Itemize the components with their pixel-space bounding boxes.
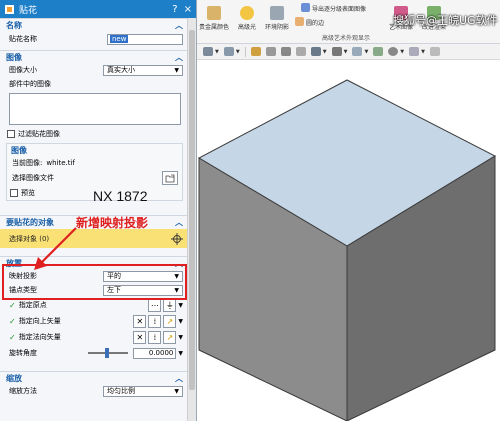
reverse-direction-button[interactable]: ✕ xyxy=(133,330,147,344)
filter-decal-label: 过滤贴花图像 xyxy=(18,130,60,138)
select-image-file-label: 选择图像文件 xyxy=(12,174,54,182)
current-image-label: 当前图像: xyxy=(12,159,43,167)
group-header-image[interactable]: 图像 ︿ xyxy=(0,50,187,63)
metal-color-icon xyxy=(207,6,221,20)
dialog-title: 贴花 xyxy=(19,5,38,16)
ribbon-advanced-light[interactable]: 高级光 xyxy=(238,6,256,31)
current-image-value: white.tif xyxy=(46,159,75,167)
preview-checkbox[interactable] xyxy=(10,189,18,197)
graphics-viewport[interactable] xyxy=(197,60,500,421)
dropdown-arrow-icon[interactable]: ▼ xyxy=(236,49,240,55)
scrollbar-thumb[interactable] xyxy=(189,30,195,390)
decal-name-label: 贴花名称 xyxy=(9,35,37,43)
background-icon[interactable] xyxy=(409,47,420,56)
scale-method-label: 缩放方法 xyxy=(9,387,37,395)
slider-handle[interactable] xyxy=(105,348,110,358)
preview-label: 预览 xyxy=(21,189,35,197)
close-button[interactable]: × xyxy=(184,4,192,15)
crosshair-icon xyxy=(171,232,183,245)
collapse-icon[interactable]: ︿ xyxy=(175,217,183,228)
decal-name-input[interactable]: new xyxy=(107,33,183,45)
specify-up-vector-label: 指定向上矢量 xyxy=(18,317,61,325)
scale-method-select[interactable]: 均匀比例 ▼ xyxy=(103,385,183,397)
open-folder-button[interactable] xyxy=(162,171,178,185)
rotation-slider[interactable] xyxy=(88,348,129,358)
ribbon-export-graded-image[interactable]: 导出逐分级表面图像 xyxy=(301,3,366,14)
part-image-label: 部件中的图像 xyxy=(9,80,51,88)
checkmark-icon: ✓ xyxy=(9,316,16,326)
help-button[interactable]: ? xyxy=(172,4,177,15)
group-header-name[interactable]: 名称 ︿ xyxy=(0,18,187,31)
rotation-angle-label: 旋转角度 xyxy=(9,349,37,357)
dialog-scrollbar[interactable] xyxy=(187,18,196,421)
dropdown-arrow-icon: ▼ xyxy=(174,387,179,395)
ribbon-rounded-edge[interactable]: 圆的边 xyxy=(295,17,324,28)
layer-icon[interactable] xyxy=(430,47,441,56)
vector-dialog-button[interactable]: ⁞ xyxy=(148,314,162,328)
specify-origin-label: 指定原点 xyxy=(18,301,47,309)
image-size-label: 图像大小 xyxy=(9,66,37,74)
group-header-scale[interactable]: 缩放 ︿ xyxy=(0,371,187,384)
reverse-direction-button[interactable]: ✕ xyxy=(133,314,147,328)
collapse-icon[interactable]: ︿ xyxy=(175,373,183,384)
dropdown-arrow-icon[interactable]: ▼ xyxy=(178,302,183,309)
fit-icon[interactable] xyxy=(250,47,261,56)
dropdown-arrow-icon[interactable]: ▼ xyxy=(344,49,348,55)
new-feature-annotation: 新增映射投影 xyxy=(76,216,149,230)
ribbon-ambient-shadow[interactable]: 环境阴影 xyxy=(265,6,289,31)
separator xyxy=(244,46,246,57)
watermark: 搜狐号@王皖UG软件 xyxy=(393,14,498,27)
vector-dialog-button[interactable]: ⁞ xyxy=(148,330,162,344)
subgroup-header-image: 图像 xyxy=(11,145,27,155)
annotation-arrow-icon xyxy=(34,227,77,270)
dropdown-arrow-icon[interactable]: ▼ xyxy=(323,49,327,55)
shaded-icon[interactable] xyxy=(352,47,363,56)
checkmark-icon: ✓ xyxy=(9,300,16,310)
vector-type-button[interactable]: ↗ xyxy=(163,314,177,328)
dropdown-arrow-icon[interactable]: ▼ xyxy=(178,334,183,341)
ribbon-precious-metal-color[interactable]: 贵金属颜色 xyxy=(199,6,229,31)
cube-model[interactable] xyxy=(197,60,500,421)
zoom-icon[interactable] xyxy=(265,47,276,56)
dropdown-arrow-icon[interactable]: ▼ xyxy=(215,49,219,55)
rotation-angle-input[interactable]: 0.0000 xyxy=(133,347,177,359)
pan-icon[interactable] xyxy=(295,47,306,56)
dropdown-arrow-icon[interactable]: ▼ xyxy=(178,318,183,325)
checkmark-icon: ✓ xyxy=(9,332,16,342)
part-image-list[interactable] xyxy=(9,93,181,125)
point-type-button[interactable]: ⏚ xyxy=(163,298,177,312)
collapse-icon[interactable]: ︿ xyxy=(175,52,183,63)
folder-open-icon xyxy=(165,174,175,182)
point-dialog-button[interactable]: ⋯ xyxy=(148,298,162,312)
snap-icon[interactable] xyxy=(203,47,213,56)
filter-decal-checkbox[interactable] xyxy=(7,130,15,138)
edit-section-icon[interactable] xyxy=(373,47,384,56)
sphere-icon[interactable] xyxy=(388,47,399,56)
dialog-title-bar: 贴花 ? × xyxy=(0,0,196,18)
select-object-row[interactable]: 选择对象 (0) xyxy=(0,229,187,248)
image-size-select[interactable]: 真实大小 ▼ xyxy=(103,64,183,76)
dropdown-arrow-icon: ▼ xyxy=(174,66,179,74)
dropdown-arrow-icon[interactable]: ▼ xyxy=(364,49,368,55)
orient-view-icon[interactable] xyxy=(310,47,321,56)
view-icon[interactable] xyxy=(223,47,234,56)
rounded-edge-icon xyxy=(295,17,304,26)
decal-icon xyxy=(5,4,14,14)
collapse-icon[interactable]: ︿ xyxy=(175,20,183,31)
vector-type-button[interactable]: ↗ xyxy=(163,330,177,344)
shadow-icon xyxy=(270,6,284,20)
ribbon-group-label: 高级艺术外观显示 xyxy=(322,35,371,42)
dropdown-arrow-icon[interactable]: ▼ xyxy=(421,49,425,55)
specify-normal-vector-label: 指定法向矢量 xyxy=(18,333,61,341)
export-image-icon xyxy=(301,3,310,12)
view-toolbar: ▼ ▼ ▼ ▼ ▼ ▼ ▼ xyxy=(197,44,500,60)
rotate-icon[interactable] xyxy=(280,47,291,56)
dropdown-arrow-icon[interactable]: ▼ xyxy=(400,49,404,55)
version-annotation: NX 1872 xyxy=(93,188,148,204)
dropdown-arrow-icon[interactable]: ▼ xyxy=(178,350,183,357)
render-style-icon[interactable] xyxy=(331,47,342,56)
decal-dialog: 贴花 ? × 名称 ︿ 贴花名称 new 图像 ︿ 图像大小 真实大小 ▼ 部件中… xyxy=(0,0,197,421)
light-bulb-icon xyxy=(240,6,254,20)
